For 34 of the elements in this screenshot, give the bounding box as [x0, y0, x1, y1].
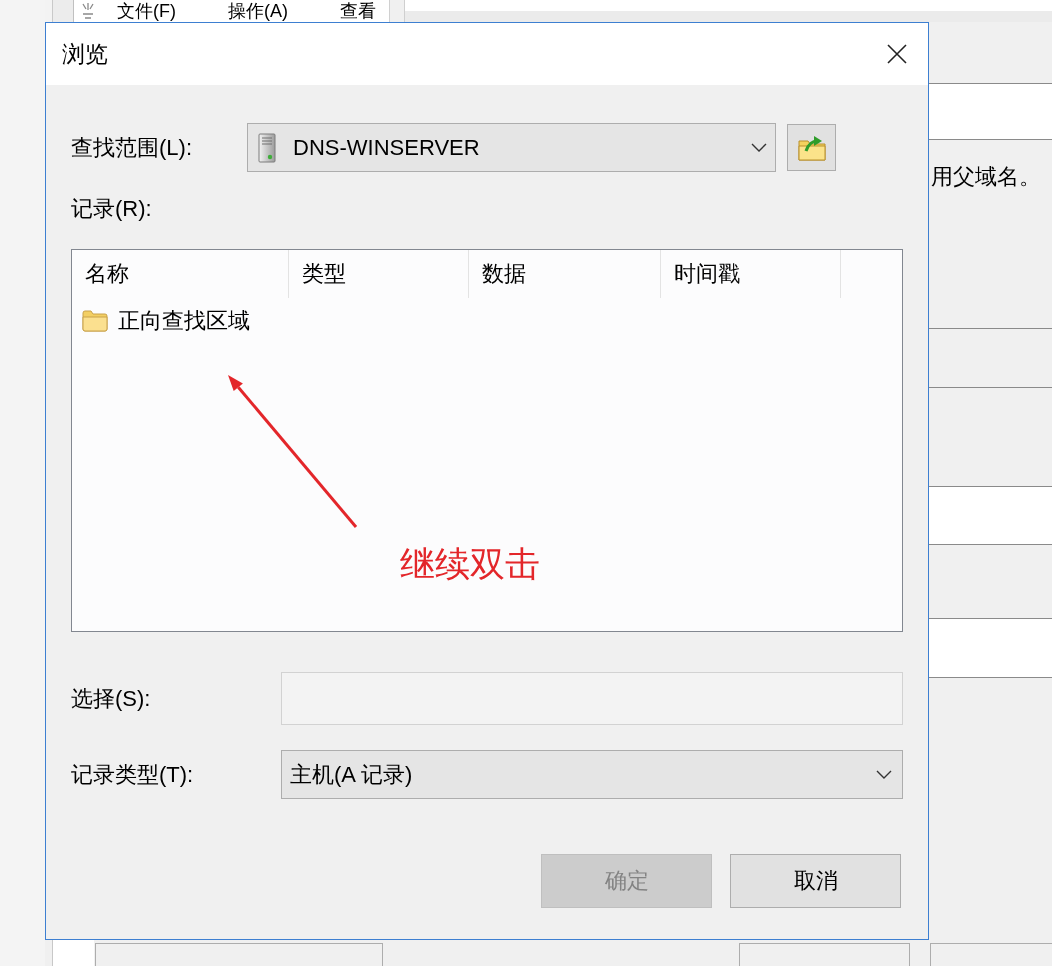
column-header[interactable]: 类型 [289, 250, 469, 298]
selection-field[interactable] [281, 672, 903, 725]
description-text: 用父域名。 [930, 164, 1041, 190]
field-label: 记录(R): [71, 196, 152, 222]
field-label: 记录类型(T): [71, 761, 195, 788]
server-icon [258, 132, 276, 163]
annotation-label: 继续双击 [400, 544, 540, 584]
text-field[interactable] [929, 83, 1052, 140]
list-item[interactable]: 正向查找区域 [80, 307, 254, 335]
dialog-button[interactable]: 取消 [730, 854, 901, 908]
menu-item[interactable]: 查看 [340, 0, 376, 22]
chevron-down-icon [876, 770, 892, 779]
text-field[interactable] [929, 486, 1052, 545]
record-type-dropdown[interactable]: 主机(A 记录) [281, 750, 903, 799]
field-label: 选择(S): [71, 685, 152, 712]
folder-icon [82, 310, 108, 332]
column-header[interactable]: 数据 [469, 250, 661, 298]
field-label: 查找范围(L): [71, 134, 193, 161]
text-field[interactable] [929, 618, 1052, 678]
button[interactable] [95, 943, 383, 966]
folder-arrow-icon [797, 134, 826, 161]
column-header[interactable]: 名称 [72, 250, 289, 298]
menu-item[interactable]: 文件(F) [117, 0, 176, 22]
look-in-dropdown[interactable]: DNS-WINSERVER [247, 123, 776, 172]
menu-item[interactable]: 操作(A) [228, 0, 288, 22]
text-field[interactable] [929, 328, 1052, 388]
up-folder-button[interactable] [787, 124, 836, 171]
column-header[interactable]: 时间戳 [661, 250, 841, 298]
chevron-down-icon [751, 143, 767, 152]
button[interactable] [739, 943, 910, 966]
app-icon [82, 3, 94, 19]
button[interactable] [930, 943, 1052, 966]
dialog-title: 浏览 [62, 40, 108, 68]
close-icon [887, 44, 907, 64]
